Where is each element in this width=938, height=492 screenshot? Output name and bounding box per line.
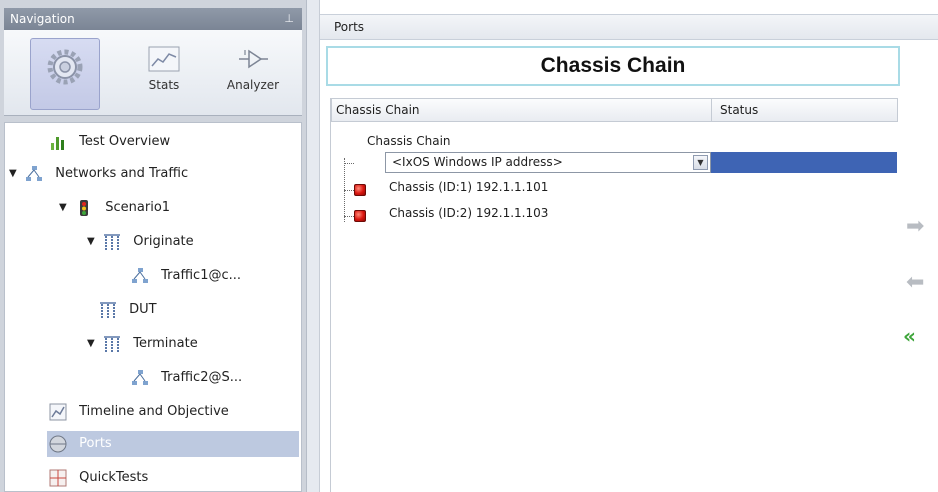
tree-item-timeline-and-objective[interactable]: Timeline and Objective	[49, 399, 229, 425]
tree-item-label: Timeline and Objective	[79, 404, 229, 419]
tree-item-dut[interactable]: DUT	[99, 297, 157, 323]
tree-item-networks-and-traffic[interactable]: ▼ Networks and Traffic	[9, 161, 188, 187]
page-title: Chassis Chain	[326, 46, 900, 86]
tree-connector	[344, 163, 354, 164]
tree-item-traffic2[interactable]: Traffic2@S...	[131, 365, 242, 391]
gear-icon	[47, 49, 83, 85]
tree-connector	[344, 216, 354, 217]
navigation-title-bar: Navigation ⊥	[4, 8, 302, 30]
tree-item-label: Traffic1@c...	[161, 268, 242, 283]
chassis-chain-grid: Chassis Chain Status Chassis Chain <IxOS…	[330, 98, 898, 492]
tree-item-label: QuickTests	[79, 470, 149, 485]
column-header-status[interactable]: Status	[712, 99, 897, 121]
network-icon	[132, 268, 148, 283]
arrow-right-icon[interactable]: ➡	[906, 214, 924, 239]
tree-item-ports[interactable]: Ports	[47, 431, 299, 457]
port-group-icon	[104, 234, 121, 250]
expand-toggle[interactable]: ▼	[87, 331, 99, 357]
network-icon	[132, 370, 148, 385]
navigation-title: Navigation	[10, 12, 75, 26]
probe-icon	[239, 49, 268, 69]
chart-icon	[148, 46, 180, 72]
chassis-status-icon	[354, 184, 366, 196]
analyzer-label: Analyzer	[226, 78, 280, 92]
arrow-left-icon[interactable]: ⬅	[906, 270, 924, 295]
tree-item-quicktests[interactable]: QuickTests	[49, 465, 148, 491]
port-group-icon	[100, 302, 116, 318]
ixos-ip-address-combo[interactable]: <IxOS Windows IP address> ▼	[385, 152, 711, 173]
tree-item-label: Networks and Traffic	[55, 166, 189, 181]
chevron-down-icon[interactable]: ▼	[693, 155, 708, 170]
double-arrow-left-icon[interactable]: «	[903, 324, 916, 348]
tree-item-label: Traffic2@S...	[161, 370, 243, 385]
column-header-chassis-chain[interactable]: Chassis Chain	[332, 99, 712, 121]
expand-toggle[interactable]: ▼	[9, 161, 21, 187]
tree-item-label: DUT	[129, 302, 157, 317]
tree-connector	[344, 190, 354, 191]
tree-item-label: Originate	[133, 234, 194, 249]
status-cell-selected[interactable]	[711, 152, 897, 173]
tree-item-label: Ports	[79, 436, 112, 451]
timeline-icon	[49, 403, 67, 421]
navigation-tree: Test Overview ▼ Networks and Traffic ▼ S…	[4, 122, 302, 492]
port-icon	[49, 435, 67, 453]
stats-label: Stats	[148, 78, 180, 92]
network-icon	[26, 166, 43, 181]
pane-splitter[interactable]	[306, 0, 320, 492]
port-group-icon	[104, 336, 121, 352]
tree-item-test-overview[interactable]: Test Overview	[49, 129, 170, 155]
expand-toggle[interactable]: ▼	[59, 195, 71, 221]
combo-value: <IxOS Windows IP address>	[392, 155, 563, 169]
tree-item-traffic1[interactable]: Traffic1@c...	[131, 263, 241, 289]
chassis-row-2[interactable]: Chassis (ID:2) 192.1.1.103	[389, 202, 548, 224]
tree-item-label: Terminate	[133, 336, 198, 351]
analyzer-button[interactable]: Analyzer	[214, 40, 292, 110]
chassis-status-icon	[354, 210, 366, 222]
tree-item-terminate[interactable]: ▼ Terminate	[87, 331, 198, 357]
bar-chart-icon	[51, 137, 64, 150]
tree-item-scenario1[interactable]: ▼ Scenario1	[59, 195, 170, 221]
tree-item-label: Scenario1	[105, 200, 171, 215]
chassis-row-1[interactable]: Chassis (ID:1) 192.1.1.101	[389, 176, 548, 198]
traffic-light-icon	[80, 200, 89, 216]
expand-toggle[interactable]: ▼	[87, 229, 99, 255]
tree-item-originate[interactable]: ▼ Originate	[87, 229, 194, 255]
tree-item-label: Test Overview	[79, 134, 171, 149]
chassis-chain-root[interactable]: Chassis Chain	[367, 130, 451, 152]
pin-icon[interactable]: ⊥	[284, 8, 294, 30]
settings-button[interactable]	[30, 38, 100, 110]
quicktests-icon	[49, 469, 67, 487]
ports-panel: Ports Chassis Chain Chassis Chain Status…	[320, 0, 938, 492]
grid-header: Chassis Chain Status	[331, 98, 898, 122]
panel-header: Ports	[320, 14, 938, 40]
navigation-button-bar: Stats Analyzer	[4, 30, 302, 116]
stats-button[interactable]: Stats	[134, 40, 194, 110]
navigation-pane: Navigation ⊥ Stats Analyzer Test Overvie…	[0, 0, 306, 492]
